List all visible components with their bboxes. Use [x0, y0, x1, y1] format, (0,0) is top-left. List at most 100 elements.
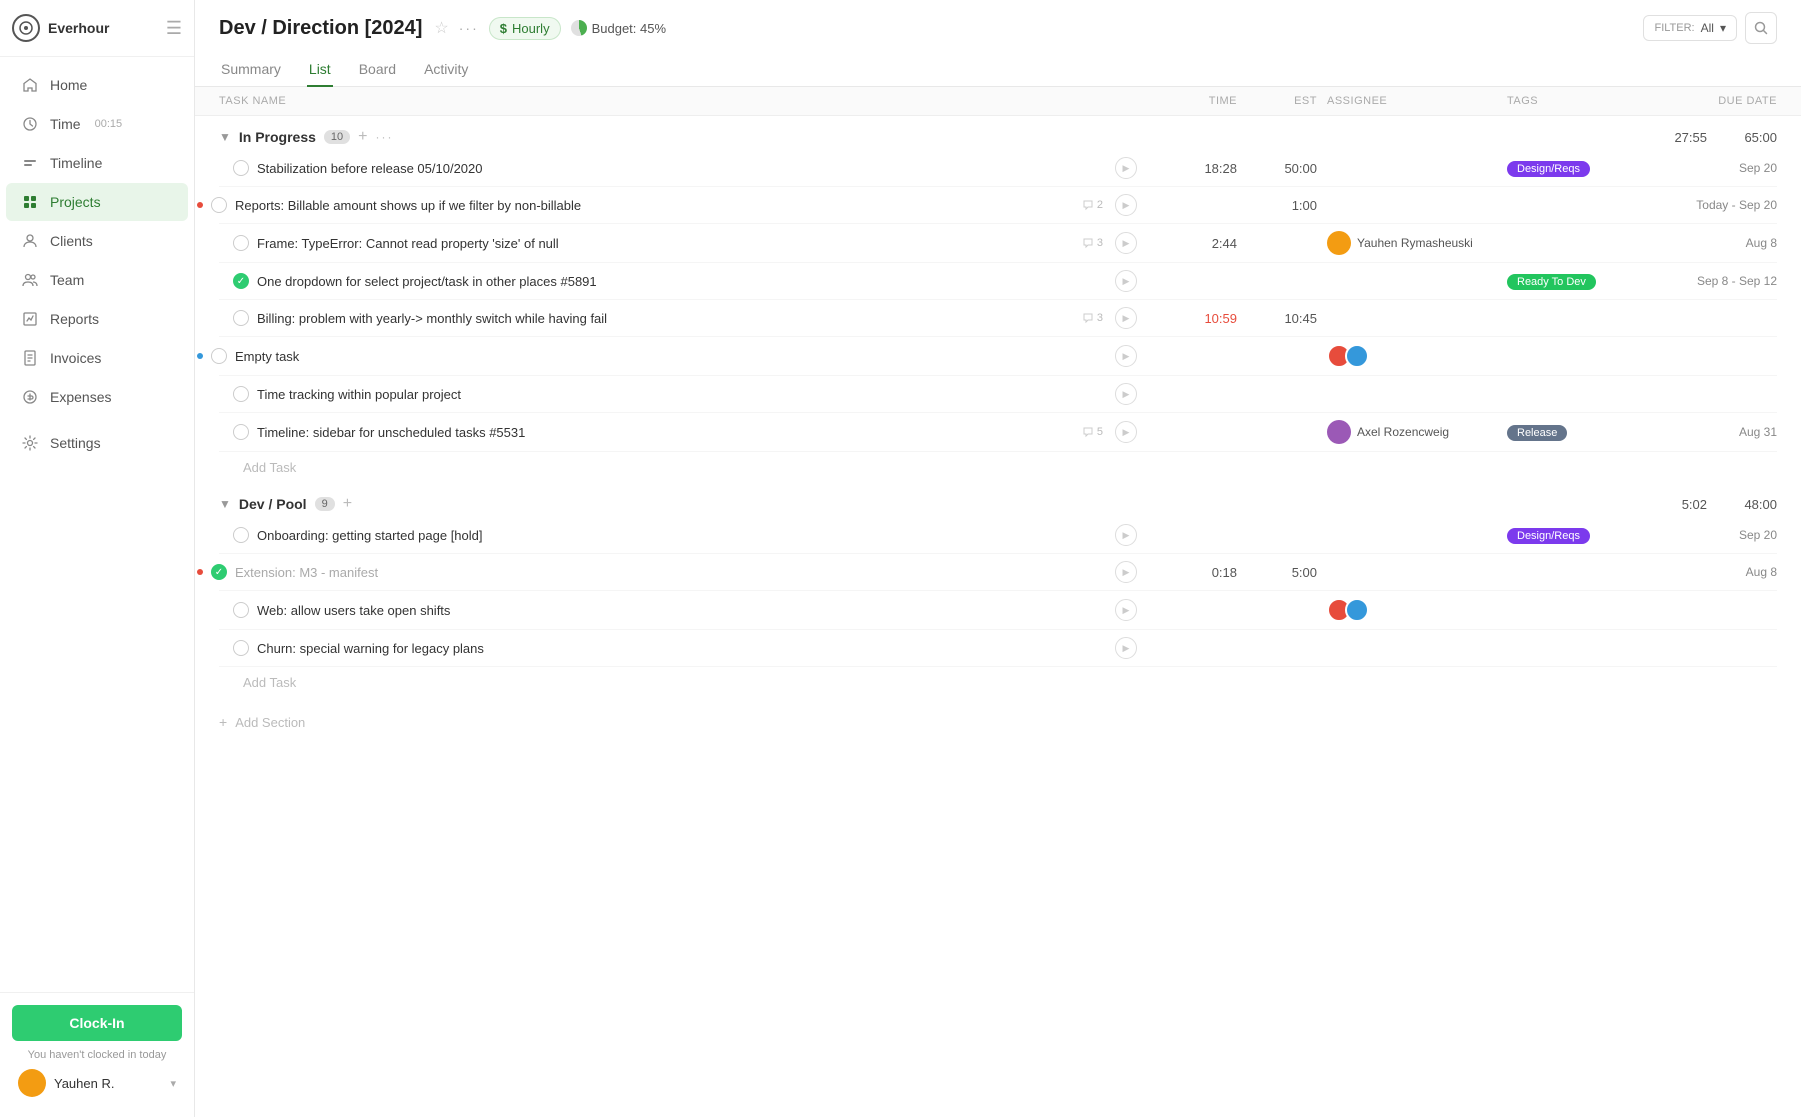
play-button[interactable]: ▶	[1115, 345, 1137, 367]
task-name: Stabilization before release 05/10/2020	[257, 161, 1103, 176]
task-cell: Frame: TypeError: Cannot read property '…	[219, 232, 1137, 254]
task-comments: 5	[1082, 426, 1103, 438]
task-row: Timeline: sidebar for unscheduled tasks …	[219, 413, 1777, 452]
col-task-name: TASK NAME	[219, 95, 1137, 107]
play-button[interactable]: ▶	[1115, 524, 1137, 546]
task-checkbox[interactable]	[233, 386, 249, 402]
tag[interactable]: Design/Reqs	[1507, 528, 1590, 544]
play-button[interactable]: ▶	[1115, 307, 1137, 329]
sidebar-nav: Home Time 00:15 Timeline Projects	[0, 57, 194, 992]
time-value: 10:59	[1137, 311, 1237, 326]
sidebar-collapse-icon[interactable]: ☰	[166, 18, 182, 39]
hourly-badge[interactable]: $ Hourly	[489, 17, 561, 40]
sidebar-item-reports[interactable]: Reports	[6, 300, 188, 338]
filter-dropdown[interactable]: FILTER: All ▾	[1643, 15, 1737, 41]
sidebar-item-clients[interactable]: Clients	[6, 222, 188, 260]
play-button[interactable]: ▶	[1115, 383, 1137, 405]
add-section-plus-icon: +	[219, 714, 227, 730]
sidebar-item-reports-label: Reports	[50, 311, 99, 327]
search-button[interactable]	[1745, 12, 1777, 44]
section-add-dev-pool[interactable]: +	[343, 495, 352, 513]
section-toggle-dev-pool[interactable]: ▼	[219, 497, 231, 511]
play-button[interactable]: ▶	[1115, 270, 1137, 292]
col-est: EST	[1237, 95, 1317, 107]
sidebar-item-home[interactable]: Home	[6, 66, 188, 104]
add-section-button[interactable]: + Add Section	[195, 698, 1801, 746]
section-add-in-progress[interactable]: +	[358, 128, 367, 146]
play-button[interactable]: ▶	[1115, 194, 1137, 216]
play-button[interactable]: ▶	[1115, 599, 1137, 621]
add-task-in-progress[interactable]: Add Task	[219, 452, 1777, 483]
section-count-in-progress: 10	[324, 130, 350, 144]
star-icon[interactable]: ☆	[434, 18, 448, 38]
user-row[interactable]: Yauhen R. ▾	[12, 1061, 182, 1105]
task-checkbox[interactable]	[233, 640, 249, 656]
projects-icon	[20, 192, 40, 212]
tab-board[interactable]: Board	[357, 53, 398, 87]
sidebar-item-invoices[interactable]: Invoices	[6, 339, 188, 377]
hourly-label: Hourly	[512, 21, 550, 36]
red-dot-icon	[197, 202, 203, 208]
task-checkbox[interactable]	[233, 602, 249, 618]
sidebar-logo[interactable]: Everhour	[12, 14, 166, 42]
sidebar-item-settings[interactable]: Settings	[6, 424, 188, 462]
tab-summary[interactable]: Summary	[219, 53, 283, 87]
section-count-dev-pool: 9	[315, 497, 335, 511]
section-title-dev-pool: Dev / Pool	[239, 496, 307, 512]
tag[interactable]: Ready To Dev	[1507, 274, 1596, 290]
sidebar-item-team[interactable]: Team	[6, 261, 188, 299]
task-checkbox-done[interactable]: ✓	[211, 564, 227, 580]
play-button[interactable]: ▶	[1115, 421, 1137, 443]
tab-bar: Summary List Board Activity	[219, 52, 1777, 86]
sidebar-item-time-label: Time	[50, 116, 81, 132]
red-dot-icon	[197, 569, 203, 575]
task-name: Timeline: sidebar for unscheduled tasks …	[257, 425, 1074, 440]
task-checkbox[interactable]	[211, 197, 227, 213]
task-checkbox[interactable]	[211, 348, 227, 364]
play-button[interactable]: ▶	[1115, 157, 1137, 179]
section-time-in-progress: 27:55	[1647, 130, 1707, 145]
play-button[interactable]: ▶	[1115, 561, 1137, 583]
est-value: 10:45	[1237, 311, 1317, 326]
budget-badge: Budget: 45%	[571, 20, 666, 36]
sidebar-item-timeline[interactable]: Timeline	[6, 144, 188, 182]
budget-label: Budget: 45%	[592, 21, 666, 36]
task-checkbox[interactable]	[233, 160, 249, 176]
tag[interactable]: Design/Reqs	[1507, 161, 1590, 177]
tab-activity[interactable]: Activity	[422, 53, 470, 87]
task-checkbox-done[interactable]: ✓	[233, 273, 249, 289]
sidebar-item-projects-label: Projects	[50, 194, 101, 210]
task-name: Churn: special warning for legacy plans	[257, 641, 1103, 656]
task-name: Reports: Billable amount shows up if we …	[235, 198, 1074, 213]
dollar-icon: $	[500, 21, 507, 36]
time-value: 2:44	[1137, 236, 1237, 251]
task-checkbox[interactable]	[233, 235, 249, 251]
section-in-progress: ▼ In Progress 10 + ··· 27:55 65:00 Stabi…	[195, 116, 1801, 483]
section-toggle-in-progress[interactable]: ▼	[219, 130, 231, 144]
play-button[interactable]: ▶	[1115, 232, 1137, 254]
more-options-icon[interactable]: ···	[459, 20, 479, 36]
tab-list[interactable]: List	[307, 53, 333, 87]
section-more-in-progress[interactable]: ···	[376, 130, 394, 144]
task-comments: 2	[1082, 199, 1103, 211]
section-in-progress-header: ▼ In Progress 10 + ··· 27:55 65:00	[219, 116, 1777, 150]
clockin-button[interactable]: Clock-In	[12, 1005, 182, 1041]
tag[interactable]: Release	[1507, 425, 1567, 441]
section-title-in-progress: In Progress	[239, 129, 316, 145]
sidebar-item-home-label: Home	[50, 77, 87, 93]
invoices-icon	[20, 348, 40, 368]
sidebar-item-time[interactable]: Time 00:15	[6, 105, 188, 143]
task-name: Time tracking within popular project	[257, 387, 1103, 402]
task-row: Reports: Billable amount shows up if we …	[219, 187, 1777, 224]
sidebar-item-expenses[interactable]: Expenses	[6, 378, 188, 416]
add-task-dev-pool[interactable]: Add Task	[219, 667, 1777, 698]
assignee-cell: Yauhen Rymasheuski	[1317, 231, 1497, 255]
due-value: Sep 20	[1657, 161, 1777, 175]
task-checkbox[interactable]	[233, 310, 249, 326]
play-button[interactable]: ▶	[1115, 637, 1137, 659]
due-value: Aug 31	[1657, 425, 1777, 439]
task-checkbox[interactable]	[233, 527, 249, 543]
task-checkbox[interactable]	[233, 424, 249, 440]
task-cell: Billing: problem with yearly-> monthly s…	[219, 307, 1137, 329]
sidebar-item-projects[interactable]: Projects	[6, 183, 188, 221]
